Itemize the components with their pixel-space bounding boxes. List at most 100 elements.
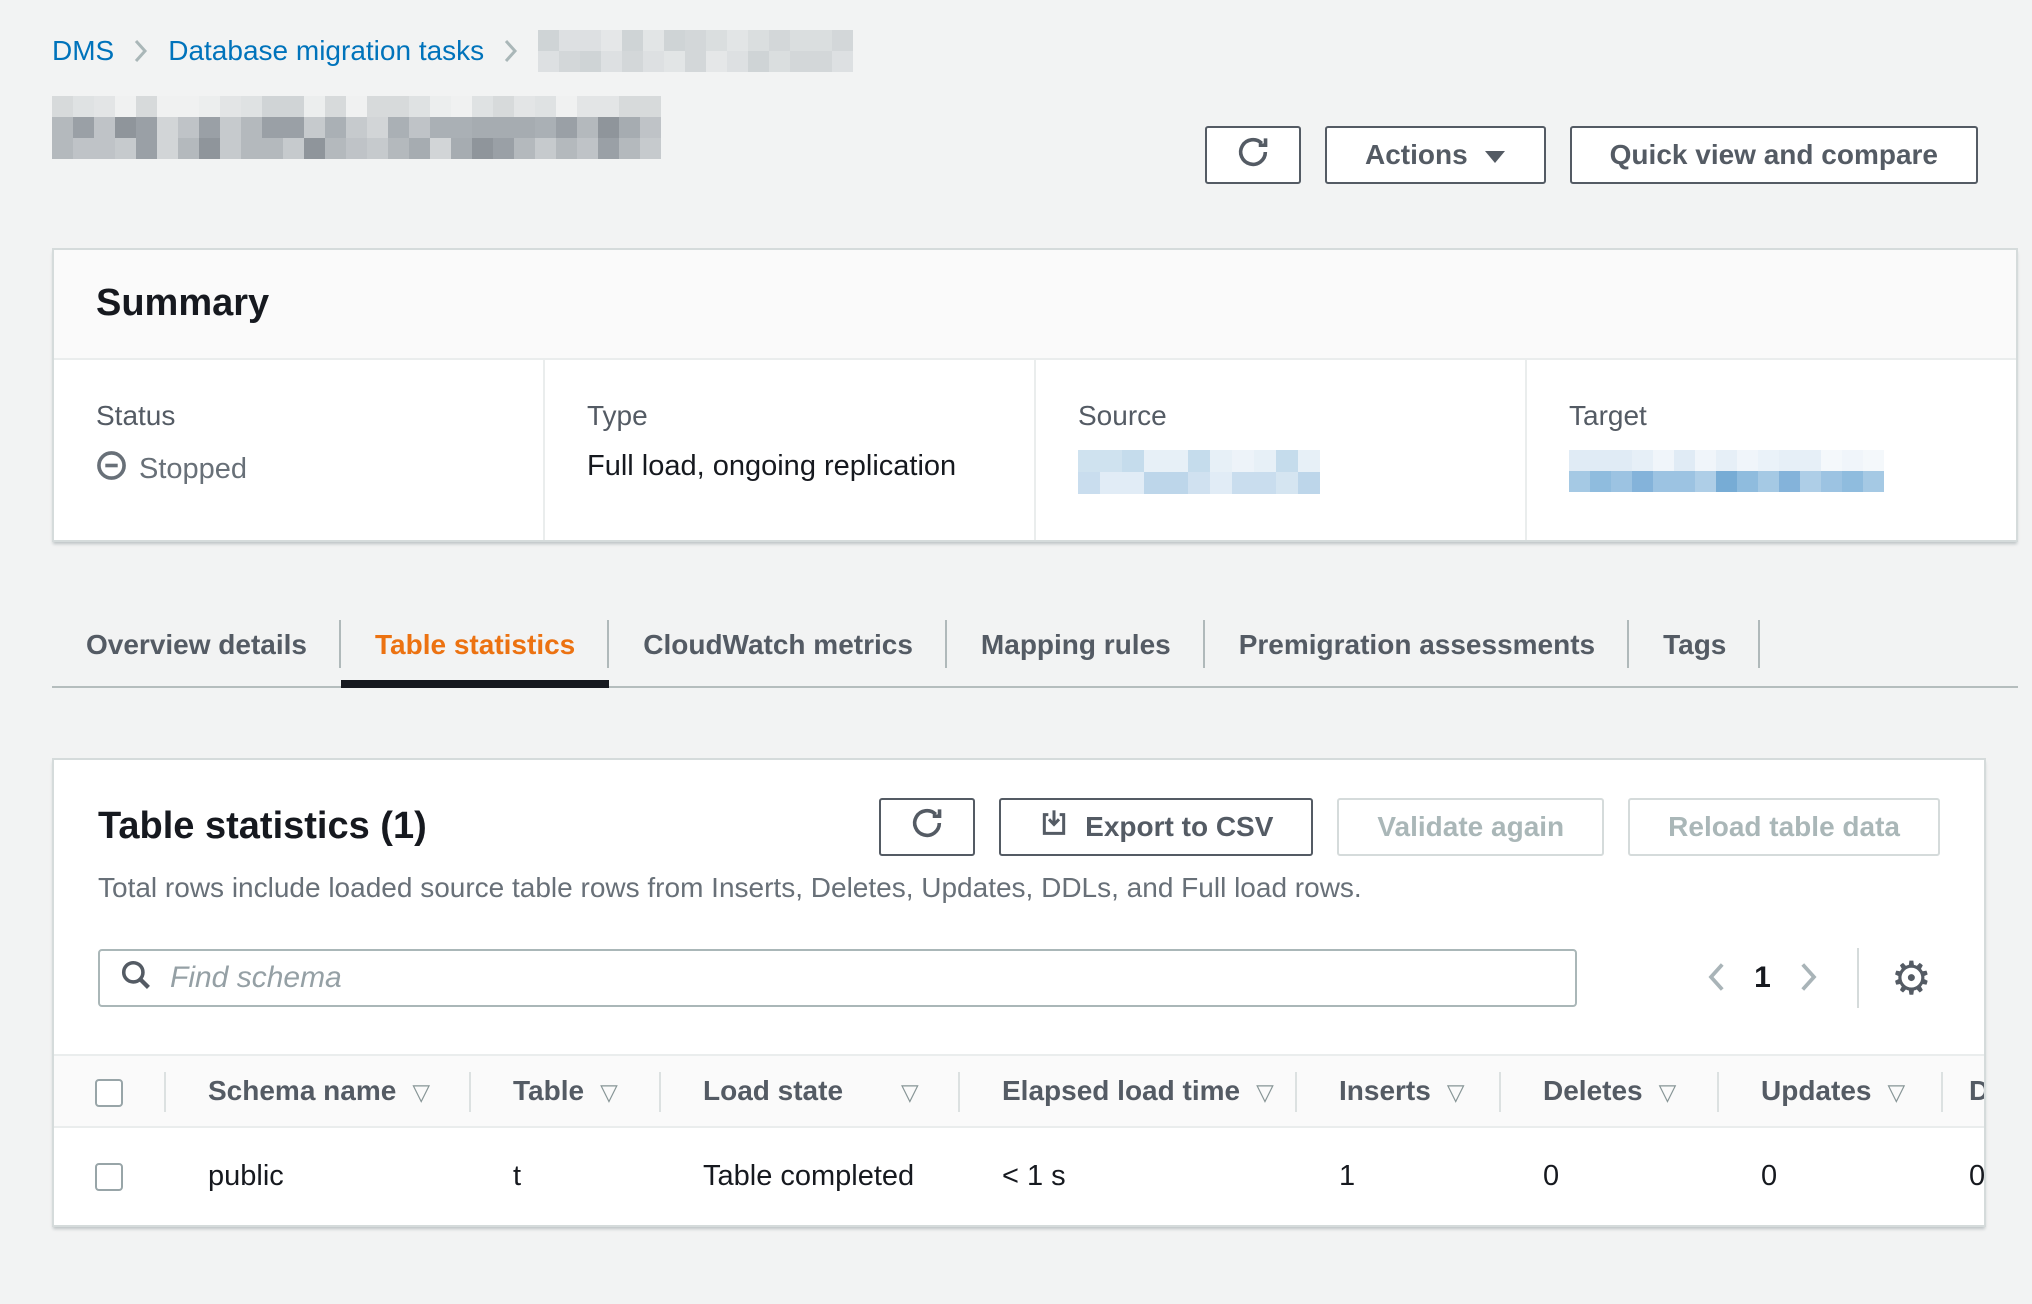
column-header-ddls[interactable]: DDLs▽ — [1941, 1055, 1984, 1127]
summary-field-status: Status Stopped — [54, 360, 543, 540]
dms-task-page: DMS Database migration tasks — [0, 30, 2032, 1227]
quick-view-compare-label: Quick view and compare — [1610, 139, 1938, 171]
select-all-header — [54, 1055, 164, 1127]
table-statistics-header: Table statistics (1) — [54, 798, 1984, 856]
column-header-load-state[interactable]: Load state▽ — [659, 1055, 958, 1127]
summary-field-source: Source — [1034, 360, 1525, 540]
redacted-source-endpoint — [1078, 450, 1483, 494]
tab-label: Table statistics — [375, 629, 575, 661]
summary-field-target: Target — [1525, 360, 2016, 540]
table-refresh-button[interactable] — [879, 798, 975, 856]
next-page-button — [1785, 954, 1833, 1002]
sort-icon: ▽ — [1887, 1080, 1905, 1106]
refresh-button[interactable] — [1205, 126, 1301, 184]
table-statistics-panel: Table statistics (1) — [52, 758, 1986, 1227]
tab-table-statistics[interactable]: Table statistics — [341, 604, 609, 686]
cell-updates: 0 — [1717, 1127, 1941, 1225]
sort-icon: ▽ — [901, 1080, 919, 1106]
page-header: Actions Quick view and compare — [52, 96, 2018, 184]
tab-bar: Overview details Table statistics CloudW… — [52, 604, 2018, 688]
column-header-deletes[interactable]: Deletes ▽ — [1499, 1055, 1717, 1127]
table-row: public t Table completed < 1 s 1 0 0 0 — [54, 1127, 1984, 1225]
sort-icon: ▽ — [600, 1080, 618, 1106]
search-input[interactable] — [170, 961, 1555, 995]
target-label: Target — [1569, 400, 1974, 432]
chevron-right-icon — [1798, 962, 1820, 995]
refresh-icon — [1236, 135, 1270, 176]
tab-label: Overview details — [86, 629, 307, 661]
table-statistics-title: Table statistics (1) — [98, 805, 427, 849]
redacted-task-name — [52, 96, 661, 159]
source-label: Source — [1078, 400, 1483, 432]
column-header-updates[interactable]: Updates▽ — [1717, 1055, 1941, 1127]
stopped-status-icon — [96, 450, 127, 489]
redacted-breadcrumb-item — [538, 30, 853, 72]
current-page[interactable]: 1 — [1740, 961, 1785, 996]
breadcrumb-link-migration-tasks[interactable]: Database migration tasks — [168, 35, 484, 67]
sort-icon: ▽ — [1256, 1080, 1274, 1106]
column-label: Elapsed load time — [1002, 1075, 1240, 1106]
table-statistics-table: Schema name ▽ Table ▽ Load state▽ Elapsed … — [54, 1054, 1984, 1225]
sort-icon: ▽ — [1447, 1080, 1465, 1106]
tab-label: Tags — [1663, 629, 1726, 661]
gear-icon: ⚙ — [1891, 951, 1932, 1005]
tab-mapping-rules[interactable]: Mapping rules — [947, 604, 1205, 686]
summary-header: Summary — [54, 250, 2016, 360]
column-label: Deletes — [1543, 1075, 1643, 1106]
table-settings-button[interactable]: ⚙ — [1883, 951, 1940, 1005]
reload-table-data-button: Reload table data — [1628, 798, 1940, 856]
column-label: Inserts — [1339, 1075, 1431, 1106]
cell-inserts: 1 — [1295, 1127, 1499, 1225]
tab-tags[interactable]: Tags — [1629, 604, 1760, 686]
type-value: Full load, ongoing replication — [587, 450, 992, 483]
column-header-table[interactable]: Table ▽ — [469, 1055, 659, 1127]
cell-load-state: Table completed — [659, 1127, 958, 1225]
validate-again-button: Validate again — [1337, 798, 1604, 856]
column-label: DDLs — [1969, 1075, 1984, 1106]
row-checkbox[interactable] — [95, 1163, 123, 1191]
previous-page-button — [1692, 954, 1740, 1002]
cell-elapsed-load-time: < 1 s — [958, 1127, 1295, 1225]
sort-icon: ▽ — [412, 1080, 430, 1106]
table-statistics-actions: Export to CSV Validate again Reload tabl… — [879, 798, 1940, 856]
column-label: Schema name — [208, 1075, 396, 1106]
breadcrumb-link-dms[interactable]: DMS — [52, 35, 114, 67]
summary-grid: Status Stopped Type Full load, ongoing r… — [54, 360, 2016, 540]
actions-button[interactable]: Actions — [1325, 126, 1546, 184]
select-all-checkbox[interactable] — [95, 1079, 123, 1107]
tab-premigration-assessments[interactable]: Premigration assessments — [1205, 604, 1629, 686]
search-icon — [120, 959, 152, 996]
reload-table-data-label: Reload table data — [1668, 811, 1900, 843]
table-controls: 1 ⚙ — [54, 948, 1984, 1008]
pagination: 1 ⚙ — [1692, 948, 1940, 1008]
table-statistics-description: Total rows include loaded source table r… — [54, 872, 1984, 904]
column-header-elapsed-load-time[interactable]: Elapsed load time ▽ — [958, 1055, 1295, 1127]
status-value: Stopped — [139, 453, 247, 486]
cell-deletes: 0 — [1499, 1127, 1717, 1225]
export-csv-button[interactable]: Export to CSV — [999, 798, 1313, 856]
cell-ddls: 0 — [1941, 1127, 1984, 1225]
chevron-right-icon — [134, 39, 148, 63]
column-header-inserts[interactable]: Inserts ▽ — [1295, 1055, 1499, 1127]
column-header-schema-name[interactable]: Schema name ▽ — [164, 1055, 469, 1127]
refresh-icon — [910, 806, 944, 847]
tab-label: Mapping rules — [981, 629, 1171, 661]
tab-label: Premigration assessments — [1239, 629, 1595, 661]
chevron-right-icon — [504, 39, 518, 63]
tab-cloudwatch-metrics[interactable]: CloudWatch metrics — [609, 604, 947, 686]
cell-table: t — [469, 1127, 659, 1225]
quick-view-compare-button[interactable]: Quick view and compare — [1570, 126, 1978, 184]
column-label: Table — [513, 1075, 584, 1106]
status-label: Status — [96, 400, 501, 432]
actions-button-label: Actions — [1365, 139, 1468, 171]
cell-schema-name: public — [164, 1127, 469, 1225]
schema-search-box — [98, 949, 1577, 1007]
download-icon — [1039, 808, 1069, 845]
sort-icon: ▽ — [1659, 1080, 1677, 1106]
breadcrumb: DMS Database migration tasks — [52, 30, 2018, 72]
table-header-row: Schema name ▽ Table ▽ Load state▽ Elapsed … — [54, 1055, 1984, 1127]
tab-overview-details[interactable]: Overview details — [52, 604, 341, 686]
type-label: Type — [587, 400, 992, 432]
summary-field-type: Type Full load, ongoing replication — [543, 360, 1034, 540]
row-select-cell — [54, 1127, 164, 1225]
